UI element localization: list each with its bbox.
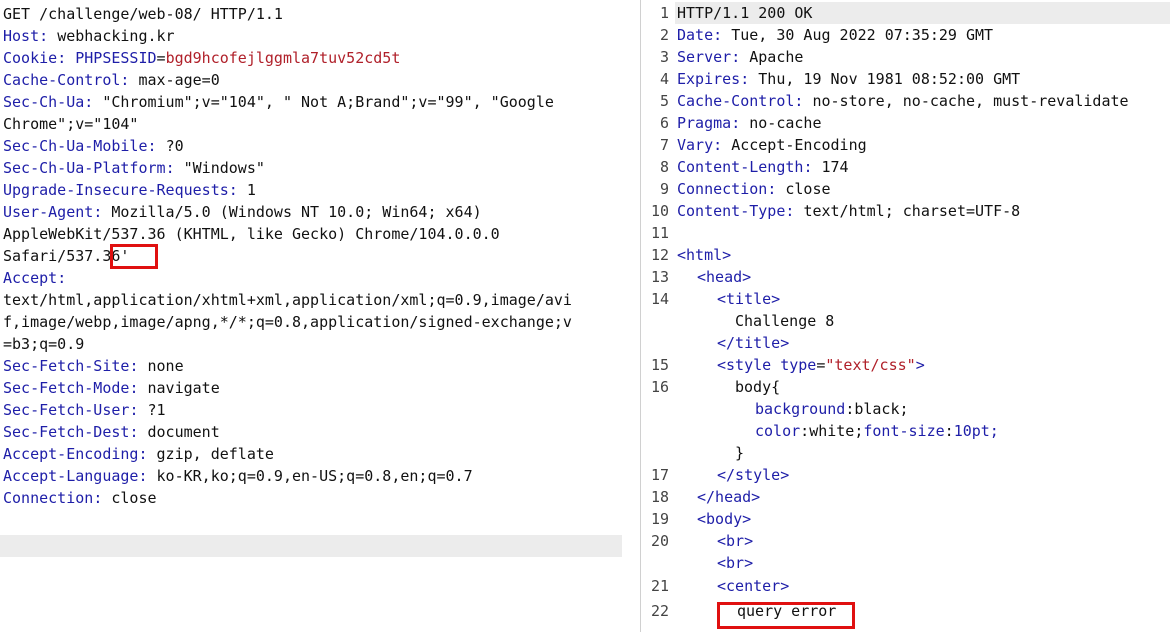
header-sec-ch-ua-mobile: Sec-Ch-Ua-Mobile: ?0 bbox=[3, 137, 184, 155]
response-row-16-color: color:white;font-size:10pt; bbox=[755, 422, 999, 440]
header-accept-cont1: text/html,application/xhtml+xml,applicat… bbox=[3, 291, 572, 309]
response-row-9: 9 Connection: close bbox=[659, 180, 831, 198]
response-row-14-text: Challenge 8 bbox=[735, 312, 835, 330]
response-row-21: 21 <center> bbox=[650, 577, 790, 595]
response-row-2: 2 Date: Tue, 30 Aug 2022 07:35:29 GMT bbox=[659, 26, 994, 44]
response-row-18: 18 </head> bbox=[650, 488, 761, 506]
header-sec-ch-ua-platform: Sec-Ch-Ua-Platform: "Windows" bbox=[3, 159, 265, 177]
request-editor[interactable]: GET /challenge/web-08/ HTTP/1.1 Host: we… bbox=[0, 0, 626, 632]
response-row-5: 5 Cache-Control: no-store, no-cache, must… bbox=[659, 92, 1129, 110]
response-row-17: 17 </style> bbox=[650, 466, 790, 484]
response-row-1: 1 HTTP/1.1 200 OK bbox=[659, 4, 813, 22]
response-row-16-bg: background:black; bbox=[755, 400, 909, 418]
response-row-11: 11 bbox=[650, 224, 669, 242]
response-row-19: 19 <body> bbox=[650, 510, 752, 528]
response-row-12: 12 <html> bbox=[650, 246, 732, 264]
header-upgrade-insecure: Upgrade-Insecure-Requests: 1 bbox=[3, 181, 256, 199]
header-accept-cont2: f,image/webp,image/apng,*/*;q=0.8,applic… bbox=[3, 313, 572, 331]
current-line-highlight bbox=[0, 535, 622, 557]
header-sec-fetch-dest: Sec-Fetch-Dest: document bbox=[3, 423, 220, 441]
response-row-15: 15 <style type="text/css"> bbox=[650, 356, 925, 374]
request-line: GET /challenge/web-08/ HTTP/1.1 bbox=[3, 5, 283, 23]
pane-splitter[interactable] bbox=[626, 0, 640, 632]
header-accept-encoding: Accept-Encoding: gzip, deflate bbox=[3, 445, 274, 463]
response-row-20: 20 <br> bbox=[650, 532, 754, 550]
injection-highlight-box bbox=[110, 244, 158, 269]
header-sec-ch-ua-cont: Chrome";v="104" bbox=[3, 115, 139, 133]
header-user-agent-cont1: AppleWebKit/537.36 (KHTML, like Gecko) C… bbox=[3, 225, 500, 243]
header-cookie: Cookie: PHPSESSID=bgd9hcofejlggmla7tuv52… bbox=[3, 49, 401, 67]
header-user-agent: User-Agent: Mozilla/5.0 (Windows NT 10.0… bbox=[3, 203, 482, 221]
header-accept-language: Accept-Language: ko-KR,ko;q=0.9,en-US;q=… bbox=[3, 467, 473, 485]
header-host: Host: webhacking.kr bbox=[3, 27, 175, 45]
response-row-13: 13 <head> bbox=[650, 268, 752, 286]
header-connection: Connection: close bbox=[3, 489, 157, 507]
header-accept-cont3: =b3;q=0.9 bbox=[3, 335, 85, 353]
response-row-6: 6 Pragma: no-cache bbox=[659, 114, 822, 132]
response-row-10: 10 Content-Type: text/html; charset=UTF-8 bbox=[650, 202, 1021, 220]
response-row-16-close: } bbox=[735, 444, 745, 462]
header-sec-fetch-user: Sec-Fetch-User: ?1 bbox=[3, 401, 166, 419]
query-error-highlight-box bbox=[717, 602, 855, 629]
header-cache-control: Cache-Control: max-age=0 bbox=[3, 71, 220, 89]
response-row-16: 16 body{ bbox=[650, 378, 781, 396]
response-row-8: 8 Content-Length: 174 bbox=[659, 158, 849, 176]
response-viewer[interactable]: 1 HTTP/1.1 200 OK 2 Date: Tue, 30 Aug 2022… bbox=[640, 0, 1170, 632]
response-row-20-br: <br> bbox=[717, 554, 754, 572]
response-row-14: 14 <title> bbox=[650, 290, 781, 308]
http-message-viewer: GET /challenge/web-08/ HTTP/1.1 Host: we… bbox=[0, 0, 1170, 632]
header-sec-ch-ua: Sec-Ch-Ua: "Chromium";v="104", " Not A;B… bbox=[3, 93, 554, 111]
header-accept: Accept: bbox=[3, 269, 67, 287]
response-row-7: 7 Vary: Accept-Encoding bbox=[659, 136, 867, 154]
header-sec-fetch-site: Sec-Fetch-Site: none bbox=[3, 357, 184, 375]
response-row-4: 4 Expires: Thu, 19 Nov 1981 08:52:00 GMT bbox=[659, 70, 1021, 88]
header-sec-fetch-mode: Sec-Fetch-Mode: navigate bbox=[3, 379, 220, 397]
response-row-3: 3 Server: Apache bbox=[659, 48, 804, 66]
response-row-14-close: </title> bbox=[717, 334, 790, 352]
